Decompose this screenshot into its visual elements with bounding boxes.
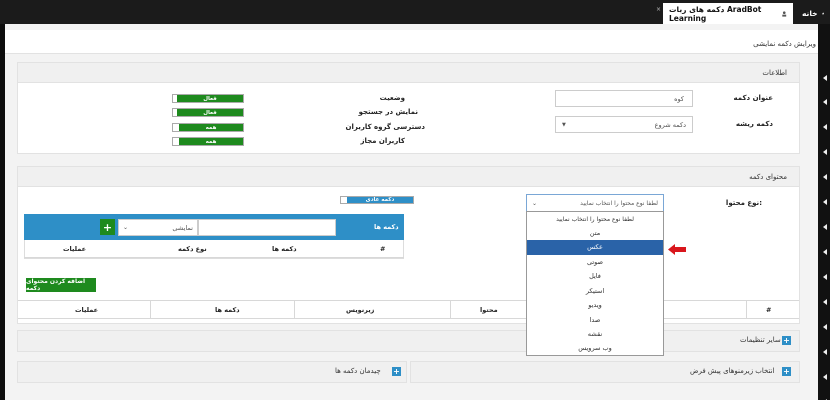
chevron-left-icon[interactable]	[823, 199, 827, 205]
page-header	[5, 30, 818, 54]
chevron-down-icon: ⌄	[532, 199, 538, 207]
allowed-users-toggle[interactable]: همه	[172, 137, 244, 146]
regular-button-toggle-on: دکمه عادی	[347, 197, 413, 203]
chevron-left-icon[interactable]	[823, 75, 827, 81]
inner-table-header-button-type: نوع دکمه	[178, 245, 207, 253]
dropdown-option-image[interactable]: عکس	[527, 240, 663, 255]
chevron-left-icon[interactable]	[823, 349, 827, 355]
display-type-select[interactable]: ⌄ نمایشی	[118, 219, 198, 236]
content-table-bottom-border	[18, 318, 799, 319]
tab-home-label: خانه	[802, 9, 818, 18]
display-type-value: نمایشی	[172, 223, 193, 232]
expand-button-layout-icon[interactable]: +	[392, 367, 401, 376]
col-divider	[746, 300, 747, 318]
chevron-left-icon[interactable]	[823, 149, 827, 155]
tab-bot-buttons-label: دکمه های ربات AradBot Learning	[669, 4, 762, 23]
button-title-input[interactable]: کوه	[555, 90, 693, 107]
content-type-select[interactable]: ⌄ لطفا نوع محتوا را انتخاب نمایید	[526, 194, 664, 212]
search-visible-toggle[interactable]: فعال	[172, 108, 244, 117]
dropdown-option-placeholder[interactable]: لطفا نوع محتوا را انتخاب نمایید	[527, 212, 663, 227]
allowed-users-label: کاربران مجاز	[360, 137, 405, 145]
content-table-header-caption: زیرنویس	[346, 306, 375, 314]
col-divider	[150, 300, 151, 318]
dropdown-option-web-service[interactable]: وب سرویس	[527, 341, 663, 356]
right-gutter	[818, 24, 830, 400]
content-panel-title: محتوای دکمه	[749, 173, 787, 181]
root-button-select[interactable]: ▼ دکمه شروع	[555, 116, 693, 133]
dropdown-option-text[interactable]: متن	[527, 226, 663, 241]
robot-icon	[781, 10, 786, 17]
add-inner-button[interactable]: +	[100, 219, 115, 235]
status-toggle[interactable]: فعال	[172, 94, 244, 103]
button-title-value: کوه	[674, 94, 684, 103]
chevron-left-icon[interactable]	[823, 124, 827, 130]
content-table-header-buttons: دکمه ها	[215, 306, 240, 314]
expand-default-submenu-icon[interactable]: +	[782, 367, 791, 376]
root-button-label: دکمه ریشه	[735, 120, 773, 128]
chevron-left-icon[interactable]	[823, 324, 827, 330]
content-type-label: نوع محتوا:	[725, 199, 762, 207]
close-tab-icon[interactable]: ×	[656, 6, 661, 13]
chevron-left-icon[interactable]	[823, 299, 827, 305]
user-group-access-toggle-on: همه	[179, 124, 243, 131]
search-visible-toggle-on: فعال	[177, 109, 243, 116]
other-settings-panel[interactable]	[17, 330, 800, 352]
red-arrow-icon	[668, 244, 686, 255]
add-content-button[interactable]: اضافه کردن محتوای دکمه	[26, 278, 96, 292]
default-submenu-label: انتخاب زیرمنوهای پیش فرض	[690, 367, 775, 375]
button-title-label: عنوان دکمه	[733, 94, 773, 102]
page-title: ویرایش دکمه نمایشی	[753, 40, 816, 48]
root-button-value: دکمه شروع	[654, 120, 686, 129]
content-table-top-border	[18, 300, 799, 301]
tab-home[interactable]: خانه	[796, 3, 830, 24]
dropdown-option-voice[interactable]: صدا	[527, 313, 663, 328]
buttons-label: دکمه ها	[374, 223, 399, 231]
dropdown-option-video[interactable]: ویدیو	[527, 298, 663, 313]
expand-other-settings-icon[interactable]: +	[782, 336, 791, 345]
user-group-access-label: دسترسی گروه کاربران	[345, 123, 425, 131]
col-divider	[450, 300, 451, 318]
other-settings-label: سایر تنظیمات	[740, 336, 781, 344]
info-panel-header: اطلاعات	[18, 63, 799, 83]
chevron-down-icon: ⌄	[123, 224, 129, 231]
inner-table-divider	[24, 257, 404, 258]
content-table-header-content: محتوا	[480, 306, 498, 314]
content-type-placeholder: لطفا نوع محتوا را انتخاب نمایید	[580, 199, 658, 207]
chevron-left-icon[interactable]	[823, 99, 827, 105]
chevron-left-icon[interactable]	[823, 274, 827, 280]
dropdown-option-sticker[interactable]: استیکر	[527, 284, 663, 299]
search-visible-label: نمایش در جستجو	[358, 108, 418, 116]
home-icon	[821, 12, 824, 15]
chevron-down-icon: ▼	[562, 121, 566, 128]
chevron-left-icon[interactable]	[823, 374, 827, 380]
status-toggle-on: فعال	[177, 95, 243, 102]
inner-table-header-buttons: دکمه ها	[272, 245, 297, 253]
chevron-left-icon[interactable]	[823, 224, 827, 230]
content-table-header-actions: عملیات	[75, 306, 99, 314]
button-layout-label: چیدمان دکمه ها	[335, 367, 381, 375]
content-table-header-index: #	[766, 306, 772, 314]
col-divider	[294, 300, 295, 318]
regular-button-toggle[interactable]: دکمه عادی	[340, 196, 414, 204]
info-panel-title: اطلاعات	[762, 69, 787, 77]
buttons-name-input[interactable]	[198, 219, 336, 236]
user-group-access-toggle[interactable]: همه	[172, 123, 244, 132]
status-label: وضعیت	[379, 94, 405, 102]
dropdown-option-audio[interactable]: صوتی	[527, 255, 663, 270]
chevron-left-icon[interactable]	[823, 174, 827, 180]
dropdown-option-map[interactable]: نقشه	[527, 327, 663, 342]
inner-table-header-index: #	[380, 245, 386, 253]
allowed-users-toggle-on: همه	[179, 138, 243, 145]
dropdown-option-file[interactable]: فایل	[527, 269, 663, 284]
inner-table-header-actions: عملیات	[63, 245, 87, 253]
content-panel-header: محتوای دکمه	[18, 167, 799, 187]
chevron-left-icon[interactable]	[823, 249, 827, 255]
tab-bot-buttons[interactable]: دکمه های ربات AradBot Learning	[663, 3, 793, 24]
content-type-dropdown: لطفا نوع محتوا را انتخاب نمایید متن عکس …	[526, 211, 664, 356]
